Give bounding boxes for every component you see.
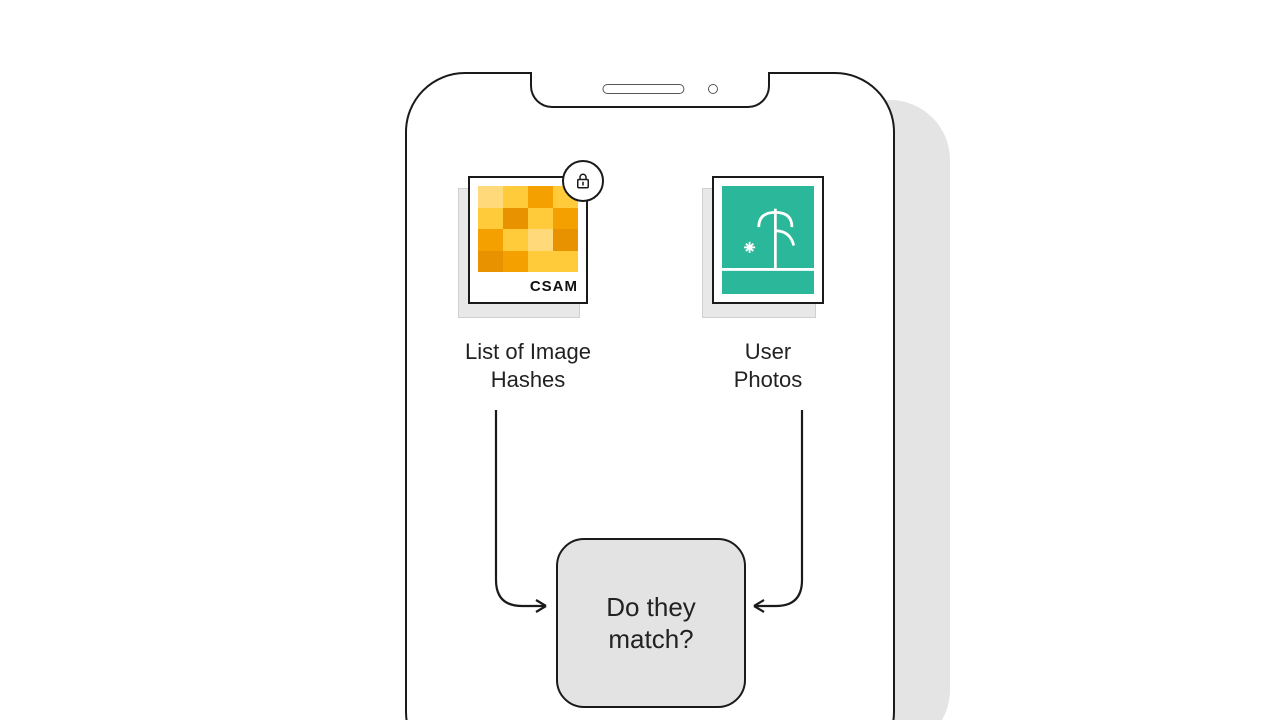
csam-caption: List of ImageHashes <box>428 338 628 393</box>
diagram-stage: CSAM <box>0 0 1280 720</box>
lock-badge <box>562 160 604 202</box>
camera-dot-icon <box>708 84 718 94</box>
csam-hash-card: CSAM <box>468 176 588 304</box>
hash-mosaic-icon <box>478 186 578 272</box>
match-question-box: Do theymatch? <box>556 538 746 708</box>
user-photo-thumbnail-icon <box>722 186 814 294</box>
phone-notch <box>530 72 770 108</box>
user-photos-caption: UserPhotos <box>668 338 868 393</box>
csam-badge-label: CSAM <box>478 272 578 295</box>
user-photos-card <box>712 176 824 304</box>
lock-icon <box>574 172 592 190</box>
arrow-right-icon <box>740 410 860 630</box>
match-question-text: Do theymatch? <box>606 591 696 656</box>
card-stack-front <box>712 176 824 304</box>
speaker-icon <box>602 84 684 94</box>
